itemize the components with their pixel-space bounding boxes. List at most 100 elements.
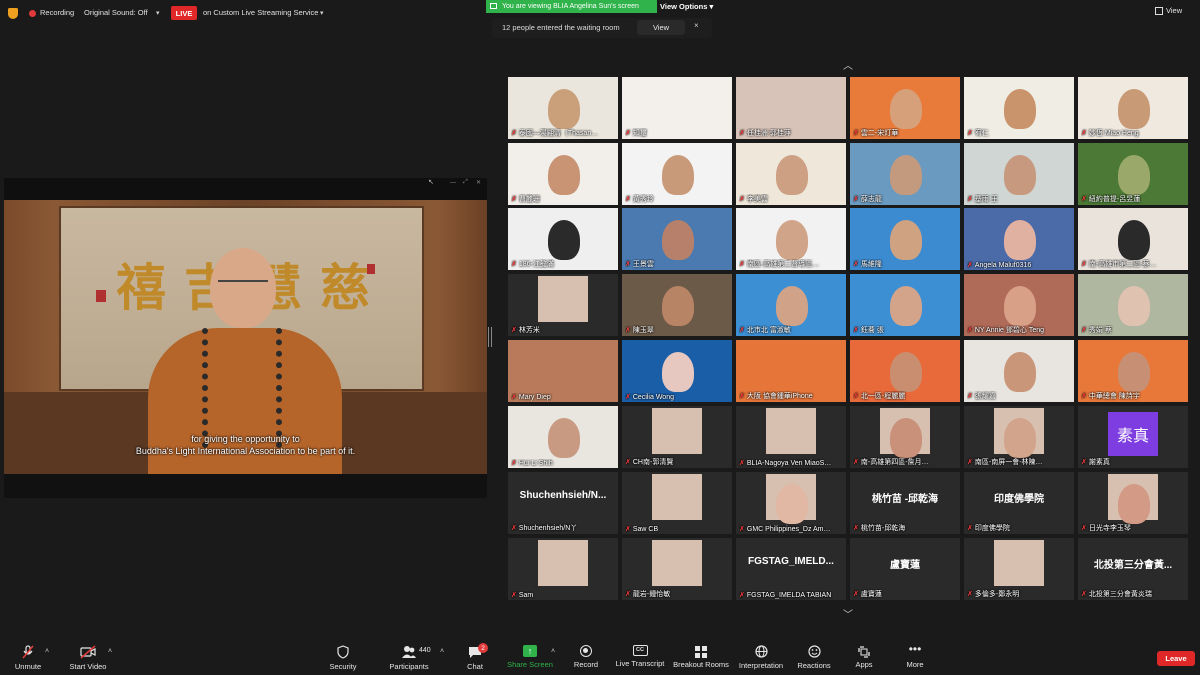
chevron-up-icon[interactable]: ˄ <box>440 648 444 655</box>
participant-face <box>1004 418 1036 458</box>
participant-tile[interactable]: ✗ Saw CB <box>622 472 732 534</box>
participant-tile[interactable]: ✗ 任桂洲 郭桂萍 <box>736 77 846 139</box>
participant-tile[interactable]: ✗ 李美雲 <box>736 143 846 205</box>
chevron-down-icon[interactable]: ▾ <box>156 9 160 17</box>
participant-tile[interactable]: FGSTAG_IMELD... ✗ FGSTAG_IMELDA TABIAN <box>736 538 846 600</box>
view-options-button[interactable]: View Options ▾ <box>660 0 713 13</box>
red-seal <box>96 290 106 302</box>
participant-tile[interactable]: ✗ Sam <box>508 538 618 600</box>
participant-tile[interactable]: ✗ 宥仁 <box>964 77 1074 139</box>
smiley-icon <box>807 645 821 658</box>
participant-tile[interactable]: 素真 ✗ 謝素真 <box>1078 406 1188 468</box>
participant-name: ✗ 印度佛學院 <box>967 523 1072 533</box>
participant-tile[interactable]: ✗ Mary Diep <box>508 340 618 402</box>
leave-button[interactable]: Leave <box>1157 651 1195 666</box>
minimize-icon[interactable]: — <box>450 180 456 186</box>
participant-tile[interactable]: ✗ 大阪 協會鍾華iPhone <box>736 340 846 402</box>
participant-face <box>548 89 580 129</box>
chevron-up-icon[interactable]: ˄ <box>45 648 49 655</box>
participant-tile[interactable]: ✗ 雲二-宋灯華 <box>850 77 960 139</box>
participant-tile[interactable]: ✗ 龍岩-鍾怡敏 <box>622 538 732 600</box>
participant-tile[interactable]: ✗ 南區-南屏一會-林陳… <box>964 406 1074 468</box>
participant-tile[interactable]: ✗ 泰國—湯翩清（Thasan… <box>508 77 618 139</box>
participant-tile[interactable]: ✗ 秀娟 蔡 <box>1078 274 1188 336</box>
participant-tile[interactable]: ✗ GMC Philippines_Dz Am… <box>736 472 846 534</box>
participants-button[interactable]: Participants <box>379 638 439 671</box>
video-off-icon <box>80 645 96 659</box>
chevron-up-icon[interactable]: ˄ <box>551 648 555 655</box>
participant-name: ✗ Saw CB <box>625 525 730 533</box>
participant-tile[interactable]: Shuchenhsieh/N... ✗ Shuchenhsieh/N丫 <box>508 472 618 534</box>
close-icon[interactable]: × <box>694 21 699 30</box>
participant-tile[interactable]: ✗ 王景雲 <box>622 208 732 270</box>
gallery-view-icon[interactable] <box>1155 7 1163 15</box>
participant-tile[interactable]: ✗ 知璽 <box>622 77 732 139</box>
participant-tile[interactable]: ✗ 紐約普提-呂昱蓮 <box>1078 143 1188 205</box>
gallery-page-down-icon[interactable]: ﹀ <box>843 606 853 621</box>
participant-tile[interactable]: 北投第三分會黃... ✗ 北投第三分會黃炎瑞 <box>1078 538 1188 600</box>
breakout-rooms-label: Breakout Rooms <box>673 660 729 669</box>
participant-name-label: 泰國—湯翩清（Thasan… <box>518 130 599 137</box>
participant-tile[interactable]: ✗ 基雨 王 <box>964 143 1074 205</box>
live-badge[interactable]: LIVE <box>171 6 197 20</box>
participant-tile[interactable]: ✗ 南-高雄第四區-詹月… <box>850 406 960 468</box>
breakout-rooms-button[interactable]: Breakout Rooms <box>671 638 731 669</box>
maximize-icon[interactable]: ⤢ <box>463 179 468 186</box>
participant-tile[interactable]: ✗ Cecilia Wong <box>622 340 732 402</box>
participant-tile[interactable]: ✗ BLIA-Nagoya Ven MiaoS… <box>736 406 846 468</box>
participant-tile[interactable]: ✗ 薛志龍 <box>850 143 960 205</box>
participant-tile[interactable]: ✗ 多倫多-鄭永明 <box>964 538 1074 600</box>
security-button[interactable]: Security <box>313 638 373 671</box>
muted-mic-icon: ✗ <box>625 459 631 466</box>
waiting-room-view-button[interactable]: View <box>637 20 685 35</box>
participant-tile[interactable]: ✗ Hui Li Shih <box>508 406 618 468</box>
participant-tile[interactable]: ✗ 林芳米 <box>508 274 618 336</box>
record-button[interactable]: Record <box>556 638 616 669</box>
participant-tile[interactable]: 盧寶蓮 ✗ 盧寶蓮 <box>850 538 960 600</box>
closed-captions-icon: CC <box>632 645 648 656</box>
chevron-up-icon[interactable]: ˄ <box>108 648 112 655</box>
participant-tile[interactable]: ✗ NY Annie 鄧碧心 Teng <box>964 274 1074 336</box>
participant-tile[interactable]: ✗ 186-江懿滿 <box>508 208 618 270</box>
participant-tile[interactable]: ✗ 南-高雄市第二區-蔡… <box>1078 208 1188 270</box>
interpretation-button[interactable]: Interpretation <box>731 638 791 670</box>
participant-tile[interactable]: ✗ 中華總會 陳詩宇 <box>1078 340 1188 402</box>
participant-name-label: 基雨 王 <box>974 196 998 203</box>
participant-name-label: 南區-南屏一會-林陳… <box>974 459 1043 466</box>
chevron-down-icon[interactable]: ▾ <box>320 9 324 17</box>
chevron-down-icon: ▾ <box>709 2 714 11</box>
close-icon[interactable]: ✕ <box>476 179 481 186</box>
participant-video-frame <box>652 474 702 520</box>
view-button[interactable]: View <box>1166 6 1182 15</box>
participant-tile[interactable]: 桃竹苗 -邱乾海 ✗ 桃竹苗-邱乾海 <box>850 472 960 534</box>
gallery-page-up-icon[interactable]: ︿ <box>843 57 853 72</box>
participant-name: ✗ 謝素真 <box>1081 457 1186 467</box>
participant-name-label: 龍岩-鍾怡敏 <box>632 591 671 598</box>
participant-tile[interactable]: ✗ 北一區-程麗麗 <box>850 340 960 402</box>
participant-tile[interactable]: ✗ Angela Maluf0316 <box>964 208 1074 270</box>
original-sound-toggle[interactable]: Original Sound: Off <box>84 7 148 19</box>
participant-tile[interactable]: ✗ 曹麗珊 <box>508 143 618 205</box>
participant-tile[interactable]: ✗ 北市北 富淑敏 <box>736 274 846 336</box>
participant-tile[interactable]: ✗ 黃秀玲 <box>622 143 732 205</box>
splitter-handle[interactable] <box>488 327 492 347</box>
participant-tile[interactable]: ✗ 張耀嘉 <box>964 340 1074 402</box>
participant-name-label: Hui Li Shih <box>518 460 553 467</box>
participant-name-label: BLIA-Nagoya Ven MiaoS… <box>746 460 832 467</box>
participant-tile[interactable]: ✗ 陳玉翠 <box>622 274 732 336</box>
participant-tile[interactable]: ✗ 鈺蕎 張 <box>850 274 960 336</box>
more-button[interactable]: ••• More <box>885 638 945 669</box>
participant-name-label: 大阪 協會鍾華iPhone <box>746 393 813 400</box>
live-transcript-button[interactable]: CC Live Transcript <box>610 638 670 668</box>
participant-name-label: Saw CB <box>632 526 659 533</box>
participant-tile[interactable]: ✗ 南區-高雄第二督導區… <box>736 208 846 270</box>
participant-tile[interactable]: 印度佛學院 ✗ 印度佛學院 <box>964 472 1074 534</box>
participant-tile[interactable]: ✗ 妙恆 Miao Heng <box>1078 77 1188 139</box>
participant-face <box>776 286 808 326</box>
participant-tile[interactable]: ✗ 日光寺李玉琴 <box>1078 472 1188 534</box>
participant-tile[interactable]: ✗ 馬維隆 <box>850 208 960 270</box>
chat-button[interactable]: Chat <box>445 638 505 671</box>
participant-tile[interactable]: ✗ CH南-郭清賢 <box>622 406 732 468</box>
participant-name-label: 知璽 <box>632 130 647 137</box>
recording-label[interactable]: Recording <box>40 7 74 19</box>
